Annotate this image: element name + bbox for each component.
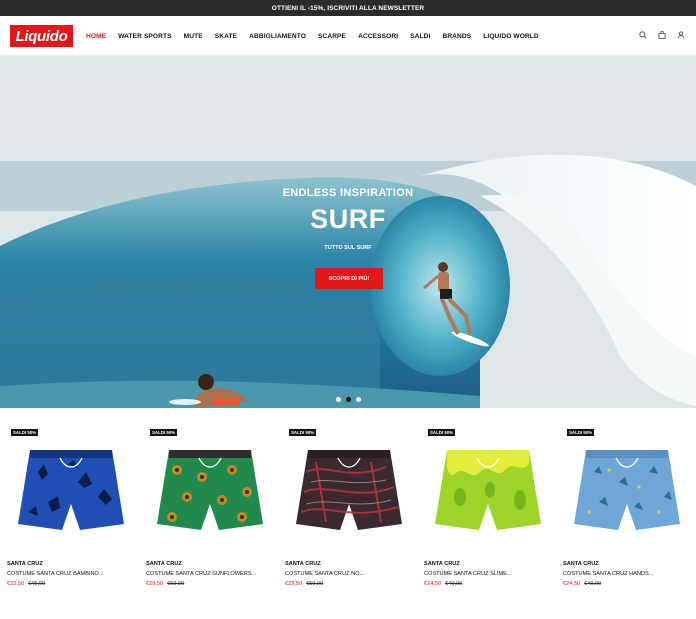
sale-price: €24,50 — [563, 581, 581, 587]
slider-dot-3[interactable] — [356, 397, 361, 402]
sale-price: €29,50 — [146, 581, 164, 587]
product-name[interactable]: COSTUME SANTA CRUZ NO... — [285, 571, 364, 577]
product-price: €22,50 €45,00 — [7, 581, 45, 587]
product-name[interactable]: COSTUME SANTA CRUZ HANDS... — [563, 571, 653, 577]
product-name[interactable]: COSTUME SANTA CRUZ SLIME... — [424, 571, 512, 577]
product-price: €24,50 €49,00 — [424, 581, 462, 587]
nav-item-skate[interactable]: SKATE — [215, 33, 237, 40]
slider-dot-1[interactable] — [336, 397, 341, 402]
discover-button[interactable]: SCOPRI DI PIÙ! — [315, 268, 383, 289]
nav-item-liquido-world[interactable]: LIQUIDO WORLD — [483, 33, 539, 40]
product-card-2[interactable]: SALDI 50% SANTA CRUZ COSTUME SANTA CRUZ … — [139, 408, 271, 619]
product-brand: SANTA CRUZ — [424, 561, 460, 567]
sale-badge: SALDI 50% — [289, 429, 317, 436]
nav-item-scarpe[interactable]: SCARPE — [318, 33, 346, 40]
product-card-1[interactable]: SALDI 50% SANTA CRUZ COSTUME SANTA CRUZ … — [0, 408, 132, 619]
product-carousel: SALDI 50% SANTA CRUZ COSTUME SANTA CRUZ … — [0, 408, 696, 619]
product-name[interactable]: COSTUME SANTA CRUZ BAMBINO... — [7, 571, 104, 577]
product-name[interactable]: COSTUME SANTA CRUZ SUNFLOWERS... — [146, 571, 256, 577]
hero-title: SURF — [310, 204, 386, 234]
main-nav: HOME WATER SPORTS MUTE SKATE ABBIGLIAMEN… — [86, 16, 551, 56]
original-price: €49,00 — [584, 581, 602, 587]
product-brand: SANTA CRUZ — [285, 561, 321, 567]
product-image-5 — [574, 450, 680, 530]
original-price: €49,00 — [445, 581, 463, 587]
original-price: €45,00 — [28, 581, 46, 587]
product-brand: SANTA CRUZ — [7, 561, 43, 567]
product-card-4[interactable]: SALDI 50% SANTA CRUZ COSTUME SANTA CRUZ … — [417, 408, 549, 619]
sale-badge: SALDI 50% — [428, 429, 456, 436]
product-card-5[interactable]: SALDI 50% SANTA CRUZ COSTUME SANTA CRUZ … — [556, 408, 688, 619]
newsletter-topbar[interactable]: OTTIENI IL -15%, ISCRIVITI ALLA NEWSLETT… — [0, 0, 696, 16]
original-price: €59,00 — [306, 581, 324, 587]
nav-item-water-sports[interactable]: WATER SPORTS — [118, 33, 171, 40]
sale-price: €29,50 — [285, 581, 303, 587]
sale-badge: SALDI 50% — [11, 429, 39, 436]
product-image-1 — [18, 450, 124, 530]
bag-icon[interactable] — [657, 30, 667, 40]
original-price: €59,00 — [167, 581, 185, 587]
sale-price: €24,50 — [424, 581, 442, 587]
sale-badge: SALDI 50% — [150, 429, 178, 436]
product-image-2 — [157, 450, 263, 530]
nav-item-abbigliamento[interactable]: ABBIGLIAMENTO — [249, 33, 306, 40]
sale-badge: SALDI 50% — [567, 429, 595, 436]
liquido-logo[interactable]: Liquido — [10, 25, 73, 47]
site-header: Liquido HOME WATER SPORTS MUTE SKATE ABB… — [0, 16, 696, 56]
product-brand: SANTA CRUZ — [563, 561, 599, 567]
product-price: €29,50 €59,00 — [146, 581, 184, 587]
slider-dot-2[interactable] — [346, 397, 351, 402]
product-price: €29,50 €59,00 — [285, 581, 323, 587]
user-icon[interactable] — [676, 30, 686, 40]
product-card-3[interactable]: SALDI 50% SANTA CRUZ COSTUME SANTA CRUZ … — [278, 408, 410, 619]
product-image-3 — [296, 450, 402, 530]
nav-item-brands[interactable]: BRANDS — [442, 33, 471, 40]
nav-item-home[interactable]: HOME — [86, 33, 106, 40]
header-icons — [638, 30, 686, 40]
search-icon[interactable] — [638, 30, 648, 40]
slider-dots — [336, 397, 361, 402]
hero-banner[interactable]: ENDLESS INSPIRATION SURF TUTTO SUL SURF … — [0, 56, 696, 408]
sale-price: €22,50 — [7, 581, 25, 587]
product-price: €24,50 €49,00 — [563, 581, 601, 587]
topbar-text: OTTIENI IL -15%, ISCRIVITI ALLA NEWSLETT… — [271, 4, 425, 12]
nav-item-saldi[interactable]: SALDI — [410, 33, 430, 40]
product-brand: SANTA CRUZ — [146, 561, 182, 567]
hero-caption: TUTTO SUL SURF — [324, 245, 372, 251]
nav-item-mute[interactable]: MUTE — [184, 33, 203, 40]
hero-subtitle: ENDLESS INSPIRATION — [282, 187, 414, 199]
nav-item-accessori[interactable]: ACCESSORI — [358, 33, 398, 40]
product-image-4 — [435, 450, 541, 530]
